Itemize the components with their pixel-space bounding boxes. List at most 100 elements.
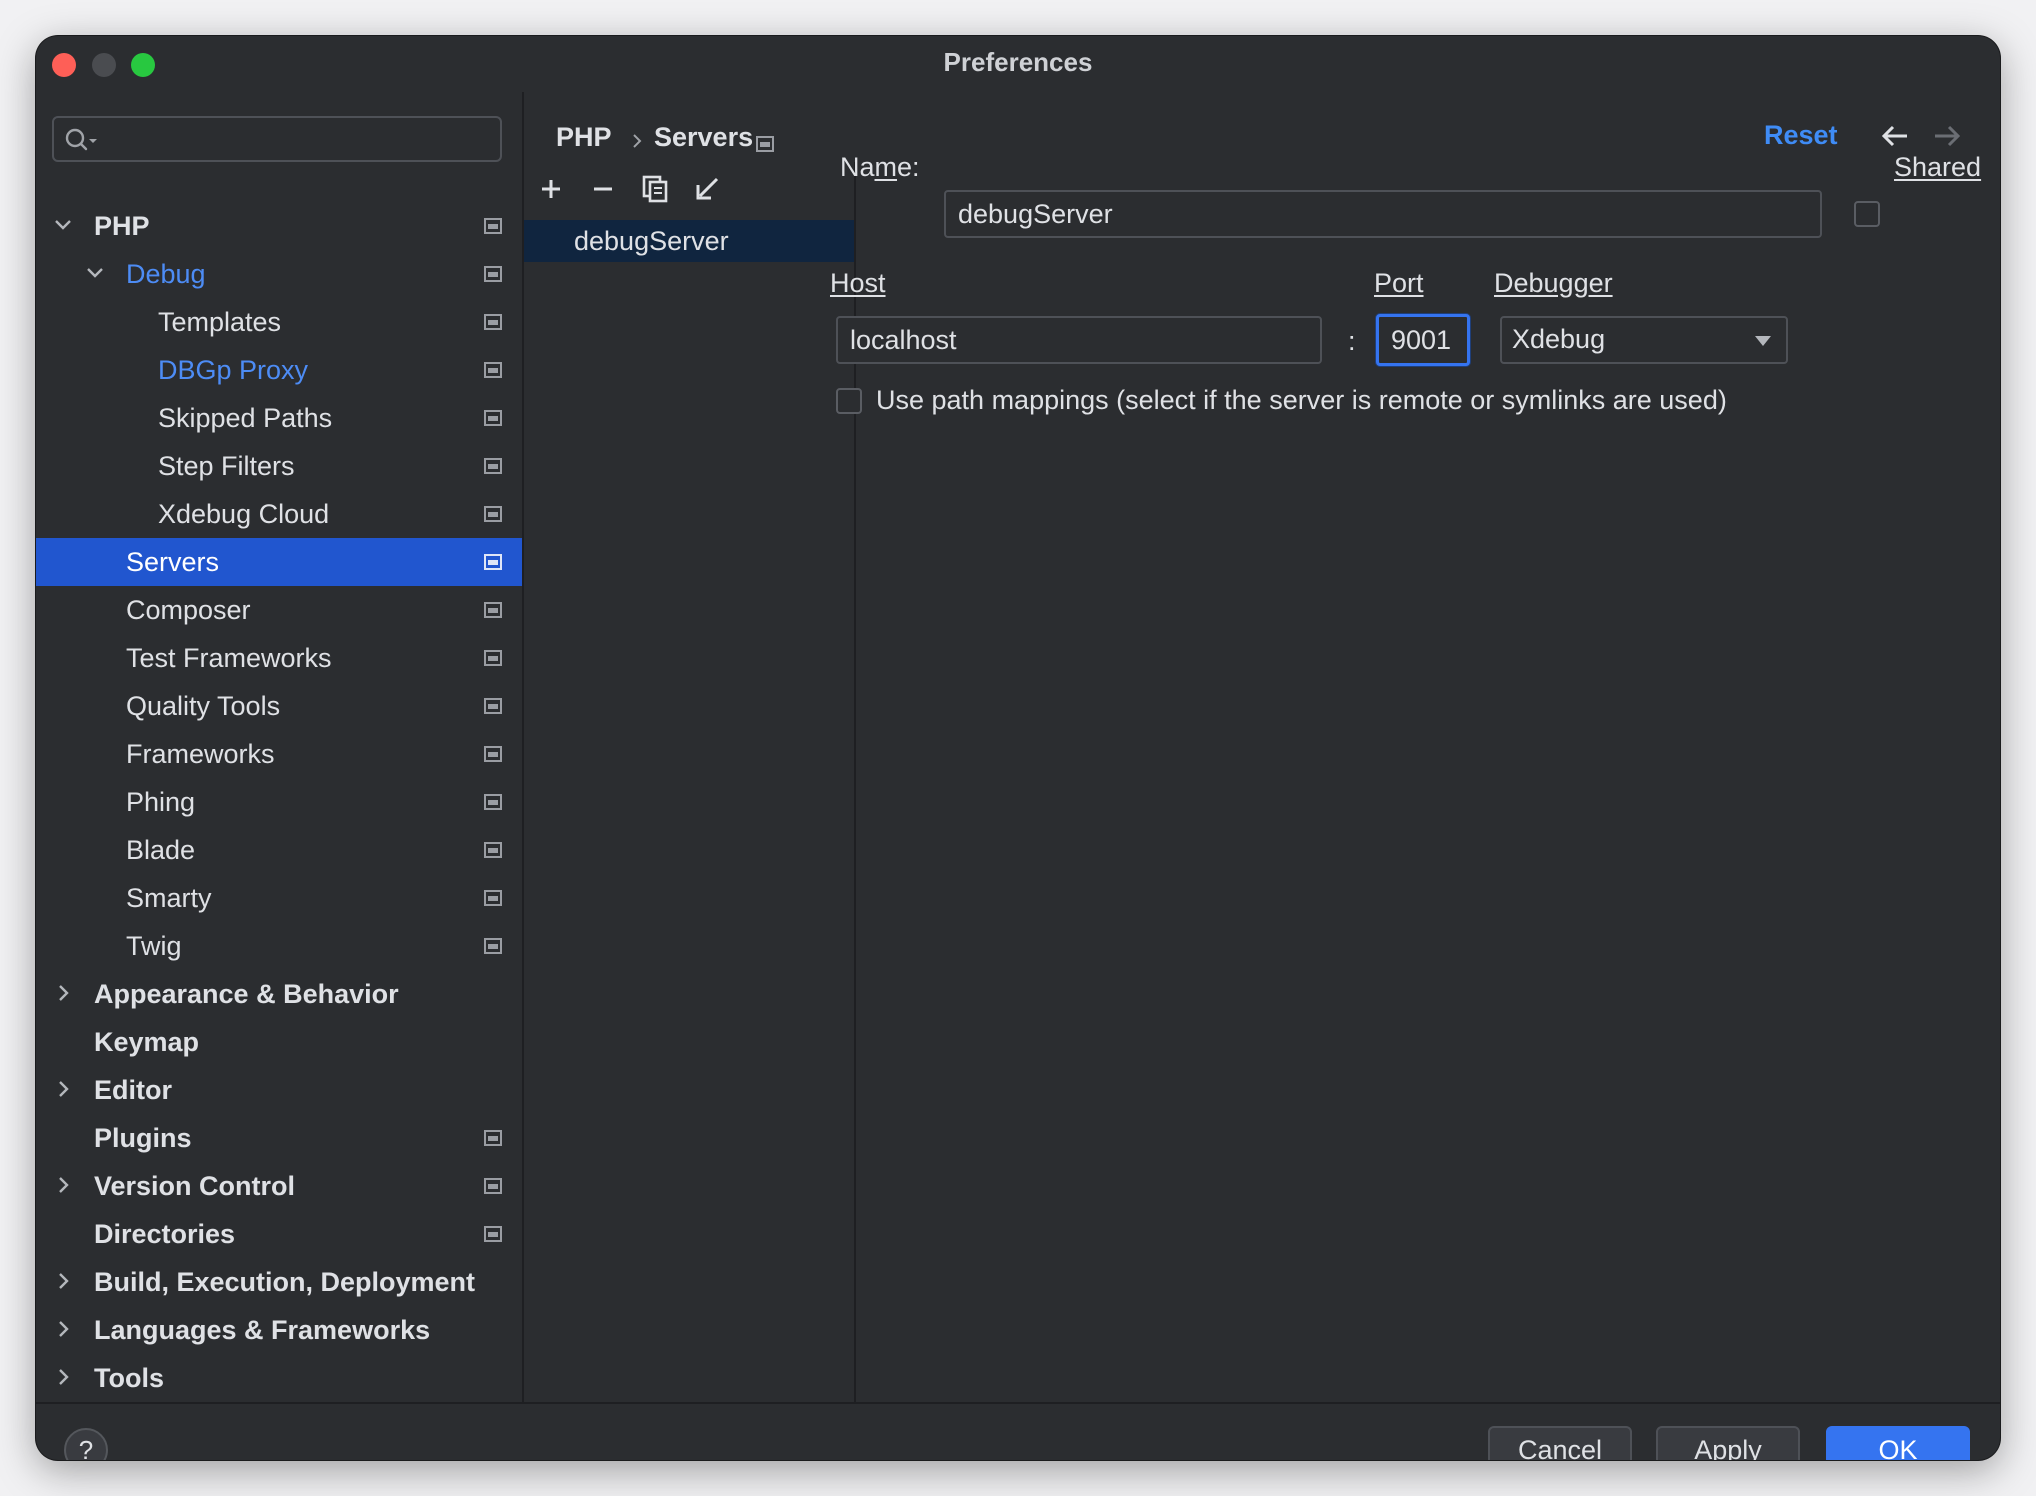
chevron-right-icon[interactable] (52, 1174, 74, 1196)
chevron-right-icon[interactable] (52, 1366, 74, 1388)
import-icon[interactable] (690, 172, 724, 206)
chevron-right-icon[interactable] (52, 1078, 74, 1100)
path-mappings-label: Use path mappings (select if the server … (876, 385, 1727, 415)
chevron-right-icon[interactable] (52, 1270, 74, 1292)
search-icon (64, 127, 98, 158)
sidebar-item-label: PHP (94, 211, 150, 241)
sidebar-item-xdebug-cloud[interactable]: Xdebug Cloud (36, 490, 522, 538)
project-settings-icon (484, 794, 502, 810)
sidebar-item-quality-tools[interactable]: Quality Tools (36, 682, 522, 730)
breadcrumb-php[interactable]: PHP (556, 122, 612, 153)
sidebar-item-label: Servers (126, 547, 220, 577)
reset-button[interactable]: Reset (1764, 120, 1838, 151)
debugger-label: Debugger (1494, 268, 1613, 298)
sidebar-item-debug[interactable]: Debug (36, 250, 522, 298)
forward-arrow-icon[interactable] (1932, 124, 1962, 153)
project-settings-icon (484, 554, 502, 570)
sidebar-item-label: Blade (126, 835, 196, 865)
project-settings-icon (484, 1130, 502, 1146)
project-settings-icon (484, 458, 502, 474)
settings-search-input[interactable] (106, 122, 490, 158)
window-title: Preferences (943, 47, 1093, 77)
cancel-button[interactable]: Cancel (1488, 1426, 1632, 1460)
project-settings-icon (756, 136, 774, 157)
sidebar-item-label: Quality Tools (126, 691, 281, 721)
project-settings-icon (484, 410, 502, 426)
sidebar-item-plugins[interactable]: Plugins (36, 1114, 522, 1162)
project-settings-icon (484, 746, 502, 762)
sidebar-item-label: Smarty (126, 883, 212, 913)
sidebar-item-servers[interactable]: Servers (36, 538, 522, 586)
sidebar-item-keymap[interactable]: Keymap (36, 1018, 522, 1066)
sidebar-item-editor[interactable]: Editor (36, 1066, 522, 1114)
settings-sidebar: PHP Debug Templates DBGp Proxy Skipped Paths… (36, 92, 522, 1404)
settings-search-box[interactable] (52, 116, 502, 162)
project-settings-icon (484, 506, 502, 522)
title-bar: Preferences (36, 36, 2000, 92)
sidebar-item-label: Xdebug Cloud (158, 499, 330, 529)
settings-tree: PHP Debug Templates DBGp Proxy Skipped Paths… (36, 202, 522, 1402)
add-icon[interactable] (534, 172, 568, 206)
chevron-right-icon (630, 132, 644, 155)
sidebar-item-step-filters[interactable]: Step Filters (36, 442, 522, 490)
sidebar-item-label: Build, Execution, Deployment (94, 1267, 476, 1297)
host-field[interactable] (836, 316, 1322, 364)
chevron-right-icon[interactable] (52, 1318, 74, 1340)
sidebar-item-label: Debug (126, 259, 206, 289)
sidebar-item-label: DBGp Proxy (158, 355, 309, 385)
sidebar-item-label: Tools (94, 1363, 164, 1393)
sidebar-item-label: Skipped Paths (158, 403, 333, 433)
chevron-down-icon[interactable] (84, 262, 106, 284)
sidebar-item-build-execution-deployment[interactable]: Build, Execution, Deployment (36, 1258, 522, 1306)
sidebar-item-phing[interactable]: Phing (36, 778, 522, 826)
sidebar-item-languages-frameworks[interactable]: Languages & Frameworks (36, 1306, 522, 1354)
sidebar-item-smarty[interactable]: Smarty (36, 874, 522, 922)
footer-divider (36, 1402, 2000, 1404)
sidebar-item-composer[interactable]: Composer (36, 586, 522, 634)
sidebar-item-label: Plugins (94, 1123, 192, 1153)
chevron-right-icon[interactable] (52, 982, 74, 1004)
sidebar-item-label: Appearance & Behavior (94, 979, 399, 1009)
sidebar-item-label: Templates (158, 307, 282, 337)
apply-button[interactable]: Apply (1656, 1426, 1800, 1460)
server-list-panel: debugServer (524, 162, 854, 1404)
debugger-select[interactable]: Xdebug (1500, 316, 1788, 364)
sidebar-item-blade[interactable]: Blade (36, 826, 522, 874)
chevron-down-icon[interactable] (52, 214, 74, 236)
sidebar-item-twig[interactable]: Twig (36, 922, 522, 970)
shared-checkbox[interactable] (1854, 201, 1880, 227)
project-settings-icon (484, 314, 502, 330)
shared-label: Shared (1894, 152, 1982, 182)
preferences-window: Preferences PHP Debug Templates DBGp Proxy S… (36, 36, 2000, 1460)
path-mappings-checkbox[interactable] (836, 388, 862, 414)
project-settings-icon (484, 650, 502, 666)
project-settings-icon (484, 602, 502, 618)
back-arrow-icon[interactable] (1880, 124, 1910, 153)
sidebar-item-appearance-behavior[interactable]: Appearance & Behavior (36, 970, 522, 1018)
chevron-down-icon (1754, 334, 1772, 352)
host-port-separator: : (1348, 326, 1356, 356)
sidebar-item-version-control[interactable]: Version Control (36, 1162, 522, 1210)
project-settings-icon (484, 842, 502, 858)
sidebar-item-label: Keymap (94, 1027, 200, 1057)
name-field[interactable] (944, 190, 1822, 238)
ok-button[interactable]: OK (1826, 1426, 1970, 1460)
port-field[interactable] (1376, 314, 1470, 366)
sidebar-item-label: Test Frameworks (126, 643, 332, 673)
help-button[interactable]: ? (64, 1428, 108, 1460)
sidebar-item-skipped-paths[interactable]: Skipped Paths (36, 394, 522, 442)
server-list-item[interactable]: debugServer (524, 220, 854, 262)
sidebar-item-label: Languages & Frameworks (94, 1315, 431, 1345)
sidebar-item-frameworks[interactable]: Frameworks (36, 730, 522, 778)
remove-icon[interactable] (586, 172, 620, 206)
sidebar-item-tools[interactable]: Tools (36, 1354, 522, 1402)
copy-icon[interactable] (638, 172, 672, 206)
sidebar-item-label: Twig (126, 931, 182, 961)
sidebar-item-templates[interactable]: Templates (36, 298, 522, 346)
sidebar-item-directories[interactable]: Directories (36, 1210, 522, 1258)
sidebar-item-dbgp-proxy[interactable]: DBGp Proxy (36, 346, 522, 394)
server-item-label: debugServer (574, 226, 729, 256)
sidebar-item-test-frameworks[interactable]: Test Frameworks (36, 634, 522, 682)
sidebar-item-label: Version Control (94, 1171, 296, 1201)
sidebar-item-php[interactable]: PHP (36, 202, 522, 250)
